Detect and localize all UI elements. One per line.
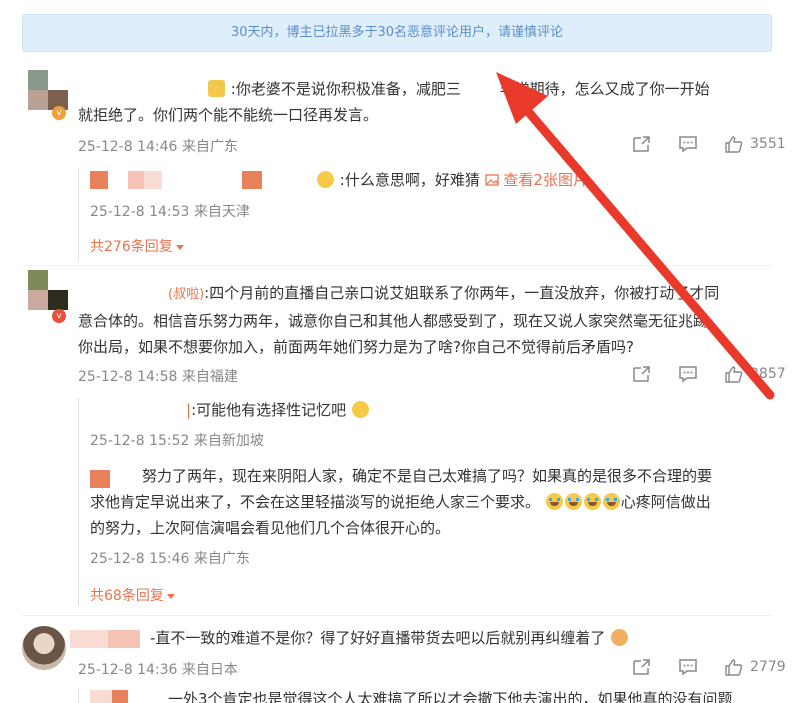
like-button[interactable]: 2857 bbox=[724, 365, 786, 383]
like-count: 2857 bbox=[750, 366, 786, 382]
like-count: 2779 bbox=[750, 659, 786, 675]
comment-page: 30天内，博主已拉黑多于30名恶意评论用户，请谨慎评论 v :你老婆不是说你积极… bbox=[0, 0, 792, 703]
thumbs-up-icon bbox=[725, 366, 743, 383]
comment-meta: 25-12-8 14:58 来自福建 bbox=[78, 369, 238, 385]
share-icon[interactable] bbox=[632, 365, 652, 383]
share-icon[interactable] bbox=[632, 658, 652, 676]
crying-emoji-icon bbox=[583, 493, 601, 510]
thumbs-up-icon bbox=[725, 659, 743, 676]
reply-username[interactable] bbox=[90, 171, 262, 189]
avatar[interactable] bbox=[28, 70, 68, 110]
comment-meta: 25-12-8 14:36 来自日本 bbox=[78, 662, 238, 678]
reply-thread bbox=[78, 168, 79, 260]
reply-thread bbox=[78, 688, 79, 703]
reply-text: :什么意思啊，好难猜 查看2张图片 bbox=[316, 167, 588, 193]
comment-icon[interactable] bbox=[678, 135, 698, 153]
like-count: 3551 bbox=[750, 136, 786, 152]
image-icon bbox=[484, 174, 499, 186]
chevron-down-icon bbox=[166, 593, 175, 599]
more-replies-link[interactable]: 共276条回复 bbox=[90, 236, 184, 256]
reply-meta: 25-12-8 15:46 来自广东 bbox=[90, 551, 250, 567]
laugh-emoji-icon bbox=[317, 171, 334, 188]
comment-divider bbox=[22, 265, 772, 266]
comment-icon[interactable] bbox=[678, 658, 698, 676]
like-button[interactable]: 2779 bbox=[724, 658, 786, 676]
comment-actions: 3551 bbox=[632, 135, 786, 153]
like-button[interactable]: 3551 bbox=[724, 135, 786, 153]
reply-meta: 25-12-8 15:52 来自新加坡 bbox=[90, 433, 264, 449]
reply-text: |:可能他有选择性记忆吧 bbox=[90, 397, 370, 423]
comment-actions: 2857 bbox=[632, 365, 786, 383]
emoji-icon bbox=[611, 629, 629, 646]
avatar[interactable] bbox=[22, 626, 66, 670]
thumbs-up-icon bbox=[725, 136, 743, 153]
crying-emoji-icon bbox=[545, 493, 563, 510]
dog-emoji-icon bbox=[351, 401, 369, 418]
avatar[interactable] bbox=[28, 270, 68, 310]
crying-emoji-icon bbox=[602, 493, 620, 510]
share-icon[interactable] bbox=[632, 135, 652, 153]
comment-text: (叔啦):四个月前的直播自己亲口说艾姐联系了你两年，一直没放弃，你被打动了才同 … bbox=[78, 284, 720, 356]
chevron-down-icon bbox=[175, 244, 184, 250]
verified-badge-icon: v bbox=[52, 106, 66, 120]
crying-emoji-icon bbox=[564, 493, 582, 510]
comment-divider bbox=[22, 615, 772, 616]
more-replies-link[interactable]: 共68条回复 bbox=[90, 585, 175, 605]
comment-meta: 25-12-8 14:46 来自广东 bbox=[78, 139, 238, 155]
reply-meta: 25-12-8 14:53 来自天津 bbox=[90, 204, 250, 220]
comment-username[interactable] bbox=[70, 630, 140, 648]
view-images-link[interactable]: 查看2张图片 bbox=[484, 171, 588, 189]
reply-username[interactable] bbox=[90, 690, 128, 703]
comment-actions: 2779 bbox=[632, 658, 786, 676]
reply-thread bbox=[78, 398, 79, 606]
comment-text: -直不一致的难道不是你？得了好好直播带货去吧以后就别再纠缠着了 bbox=[150, 625, 629, 651]
blacklist-notice: 30天内，博主已拉黑多于30名恶意评论用户，请谨慎评论 bbox=[22, 14, 772, 52]
comment-text: :你老婆不是说你积极准备，减肥三 非常期待，怎么又成了你一开始 就拒绝了。你们两… bbox=[78, 80, 710, 124]
reply-text: 努力了两年，现在来阴阳人家，确定不是自己太难搞了吗？如果真的是很多不合理的要 求… bbox=[90, 467, 713, 537]
emoji-icon bbox=[208, 80, 225, 97]
reply-text-preview: 一外3个肯定也是觉得这个人太难搞了所以才会撤下他去演出的，如果他真的没有问题 bbox=[168, 690, 733, 703]
comment-icon[interactable] bbox=[678, 365, 698, 383]
verified-badge-icon: v bbox=[52, 309, 66, 323]
